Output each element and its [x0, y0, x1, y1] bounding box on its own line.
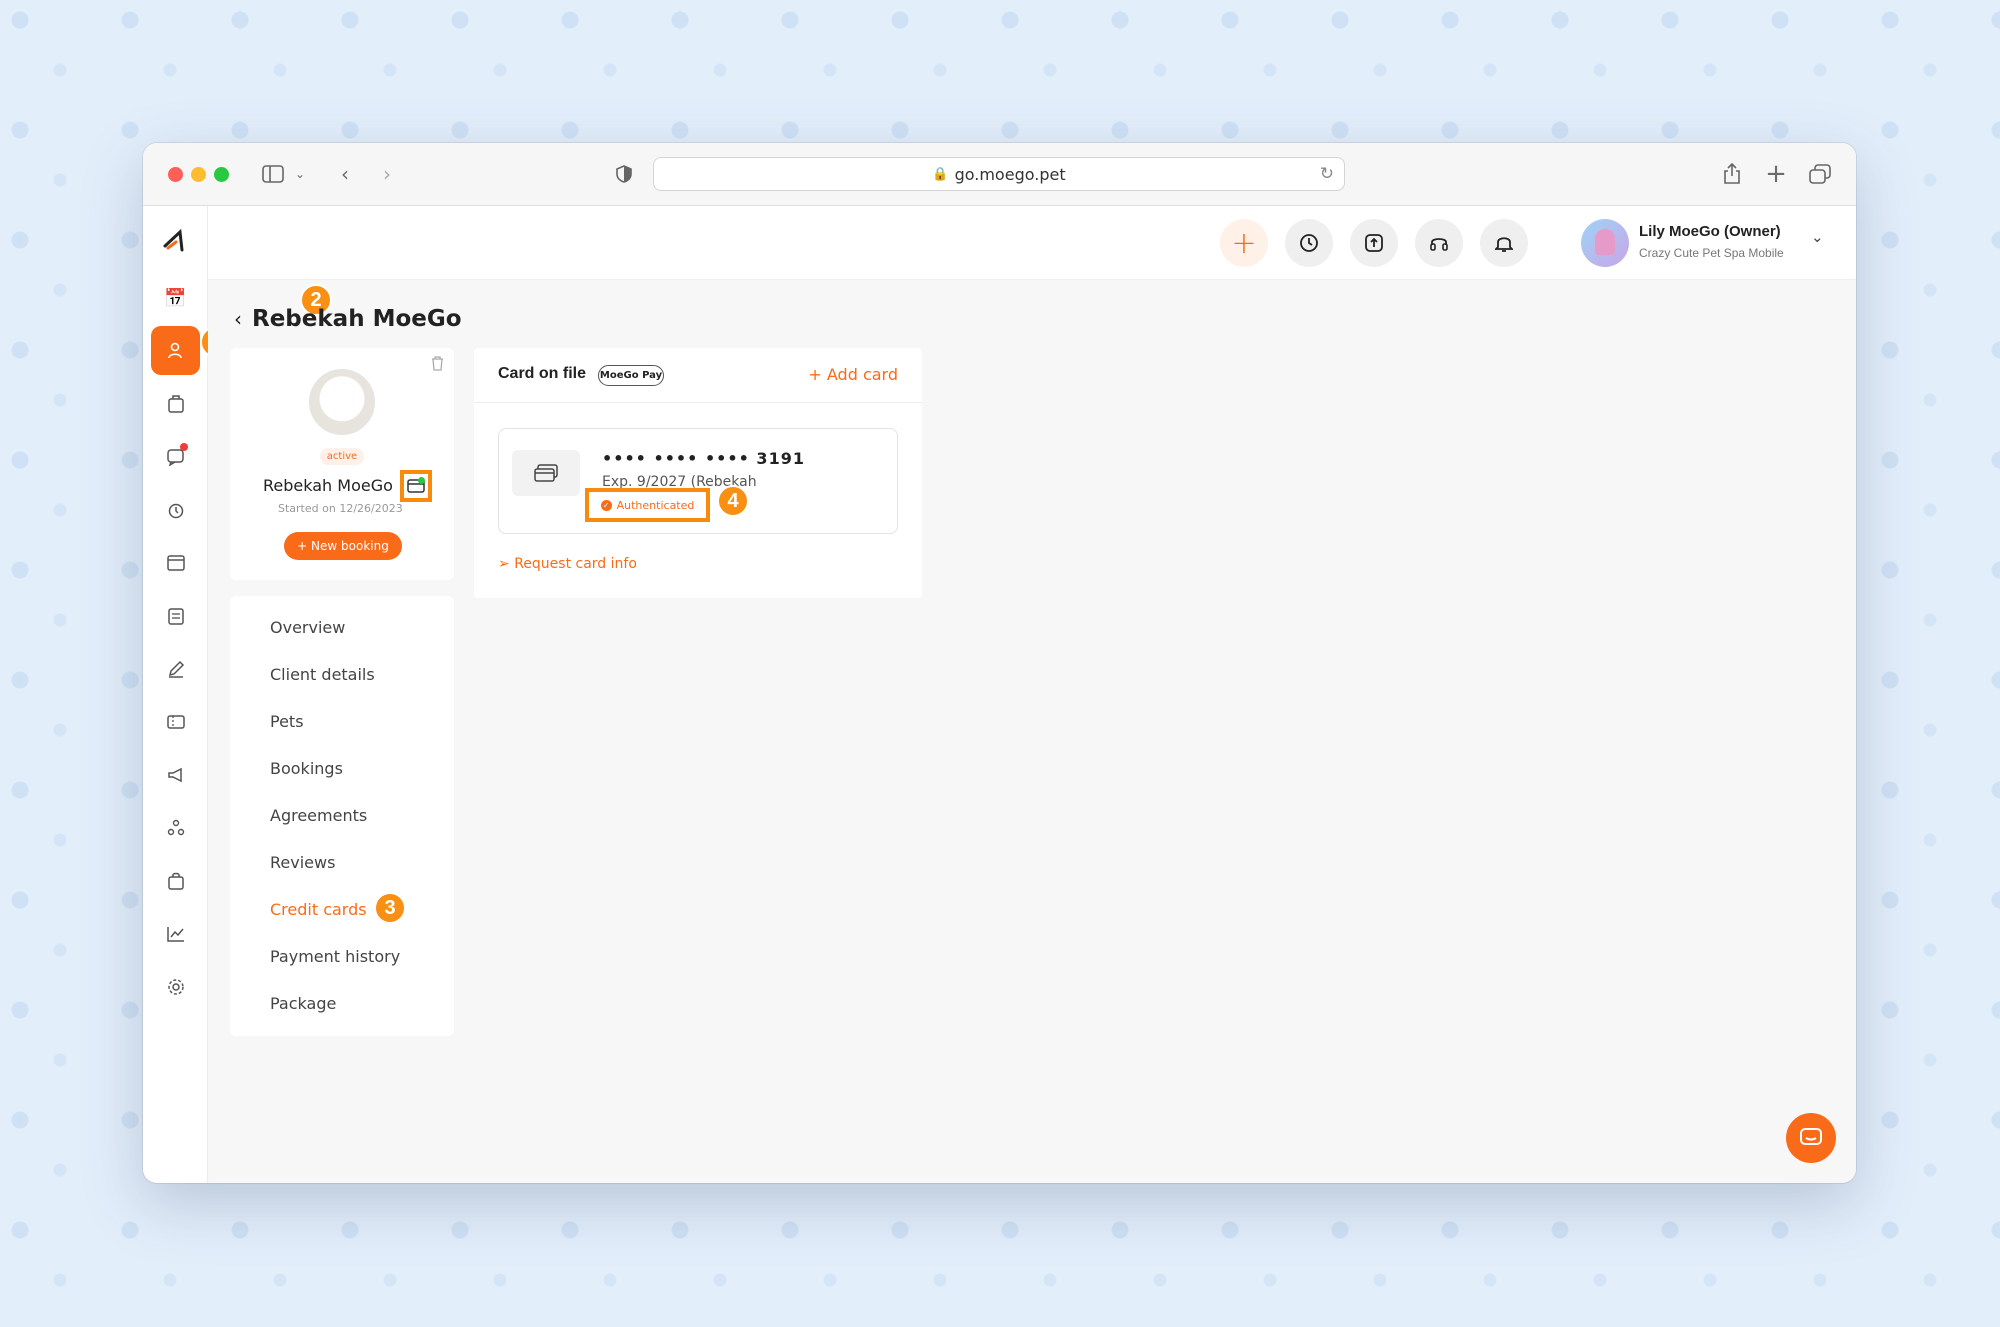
menu-item-bookings[interactable]: Bookings — [270, 759, 343, 778]
network-icon[interactable] — [151, 803, 200, 852]
credit-card-icon — [512, 450, 580, 496]
sidebar-toggle-icon[interactable] — [260, 161, 286, 187]
check-icon: ✓ — [600, 499, 612, 511]
client-icon[interactable] — [151, 326, 200, 375]
browser-toolbar: ⌄ ‹ › 🔒 go.moego.pet ↻ + — [143, 143, 1856, 206]
request-card-info-link[interactable]: ➢ Request card info — [498, 556, 637, 572]
menu-item-pets[interactable]: Pets — [270, 712, 304, 731]
authenticated-label: Authenticated — [616, 498, 695, 512]
briefcase-icon[interactable] — [151, 379, 200, 428]
minimize-window-button[interactable] — [191, 167, 206, 182]
menu-item-payment-history[interactable]: Payment history — [270, 947, 400, 966]
credit-card-item[interactable]: •••• •••• •••• 3191 Exp. 9/2027 (Rebekah… — [498, 428, 898, 534]
kennel-icon[interactable] — [151, 538, 200, 587]
pen-icon[interactable] — [151, 644, 200, 693]
authenticated-badge: ✓ Authenticated — [600, 498, 695, 512]
message-icon[interactable] — [151, 432, 200, 481]
clock-icon[interactable] — [1285, 219, 1333, 267]
start-date: Started on 12/26/2023 — [278, 502, 403, 515]
card-panel-title: Card on file — [498, 365, 587, 382]
menu-item-reviews[interactable]: Reviews — [270, 853, 335, 872]
quick-add-button[interactable]: + — [1220, 219, 1268, 267]
add-card-button[interactable]: + Add card — [808, 365, 898, 384]
menu-item-package[interactable]: Package — [270, 994, 336, 1013]
chart-icon[interactable] — [151, 909, 200, 958]
status-badge: active — [320, 448, 364, 465]
trash-icon[interactable] — [431, 356, 444, 375]
ticket-icon[interactable] — [151, 697, 200, 746]
shopping-bag-icon[interactable] — [151, 856, 200, 905]
verified-dot — [418, 477, 425, 484]
upload-icon[interactable] — [1350, 219, 1398, 267]
forward-arrow-icon[interactable]: › — [377, 161, 397, 187]
client-name: Rebekah MoeGo — [263, 476, 393, 495]
notification-dot — [180, 443, 188, 451]
settings-icon[interactable] — [151, 962, 200, 1011]
menu-item-client-details[interactable]: Client details — [270, 665, 375, 684]
card-on-file-icon[interactable] — [400, 470, 432, 502]
menu-item-overview[interactable]: Overview — [270, 618, 345, 637]
support-headset-icon[interactable] — [1415, 219, 1463, 267]
browser-window: ⌄ ‹ › 🔒 go.moego.pet ↻ + 📅 + Lily MoeGo … — [143, 143, 1856, 1183]
chevron-down-icon[interactable]: ⌄ — [1811, 228, 1824, 246]
alarm-icon[interactable] — [151, 485, 200, 534]
share-icon[interactable] — [1721, 161, 1743, 187]
authenticated-highlight: ✓ Authenticated — [585, 488, 710, 522]
new-tab-icon[interactable]: + — [1765, 159, 1787, 189]
tab-overview-icon[interactable] — [1808, 161, 1832, 187]
moego-logo[interactable] — [153, 218, 198, 263]
card-panel-header: Card on file MoeGo Pay + Add card — [474, 348, 922, 403]
moego-pay-badge: MoeGo Pay — [598, 365, 664, 386]
menu-item-agreements[interactable]: Agreements — [270, 806, 367, 825]
annotation-step-4: 4 — [717, 485, 749, 517]
lock-icon: 🔒 — [932, 166, 949, 182]
page-title-text: Rebekah MoeGo — [252, 306, 462, 332]
client-avatar — [309, 369, 375, 435]
user-avatar[interactable] — [1581, 219, 1629, 267]
maximize-window-button[interactable] — [214, 167, 229, 182]
chevron-down-icon[interactable]: ⌄ — [293, 161, 307, 187]
send-icon: ➢ — [498, 556, 515, 572]
user-name: Lily MoeGo (Owner) — [1639, 223, 1781, 240]
back-arrow-icon[interactable]: ‹ — [335, 161, 355, 187]
page-title: ‹ Rebekah MoeGo — [234, 306, 462, 332]
card-number: •••• •••• •••• 3191 — [602, 449, 805, 468]
chat-support-button[interactable] — [1786, 1113, 1836, 1163]
clipboard-icon[interactable] — [151, 591, 200, 640]
back-chevron-icon[interactable]: ‹ — [234, 307, 242, 331]
menu-item-credit-cards[interactable]: Credit cards — [270, 900, 367, 919]
bell-icon[interactable] — [1480, 219, 1528, 267]
megaphone-icon[interactable] — [151, 750, 200, 799]
card-on-file-panel: Card on file MoeGo Pay + Add card •••• •… — [474, 348, 922, 598]
new-booking-button[interactable]: + New booking — [284, 532, 402, 560]
close-window-button[interactable] — [168, 167, 183, 182]
client-profile-card: active Rebekah MoeGo Started on 12/26/20… — [230, 348, 454, 580]
main-content: + Lily MoeGo (Owner) Crazy Cute Pet Spa … — [208, 206, 1856, 1183]
privacy-shield-icon[interactable] — [614, 161, 634, 187]
client-nav-menu: Overview Client details Pets Bookings Ag… — [230, 596, 454, 1036]
calendar-icon[interactable]: 📅 — [151, 274, 200, 323]
app-sidebar: 📅 — [143, 206, 208, 1183]
address-bar[interactable]: 🔒 go.moego.pet ↻ — [653, 157, 1345, 191]
annotation-step-3: 3 — [374, 892, 406, 924]
reload-icon[interactable]: ↻ — [1320, 164, 1334, 184]
business-name: Crazy Cute Pet Spa Mobile — [1639, 246, 1784, 260]
request-card-info-label: Request card info — [514, 556, 637, 572]
url-text: go.moego.pet — [954, 164, 1066, 184]
top-bar: + Lily MoeGo (Owner) Crazy Cute Pet Spa … — [208, 206, 1856, 280]
